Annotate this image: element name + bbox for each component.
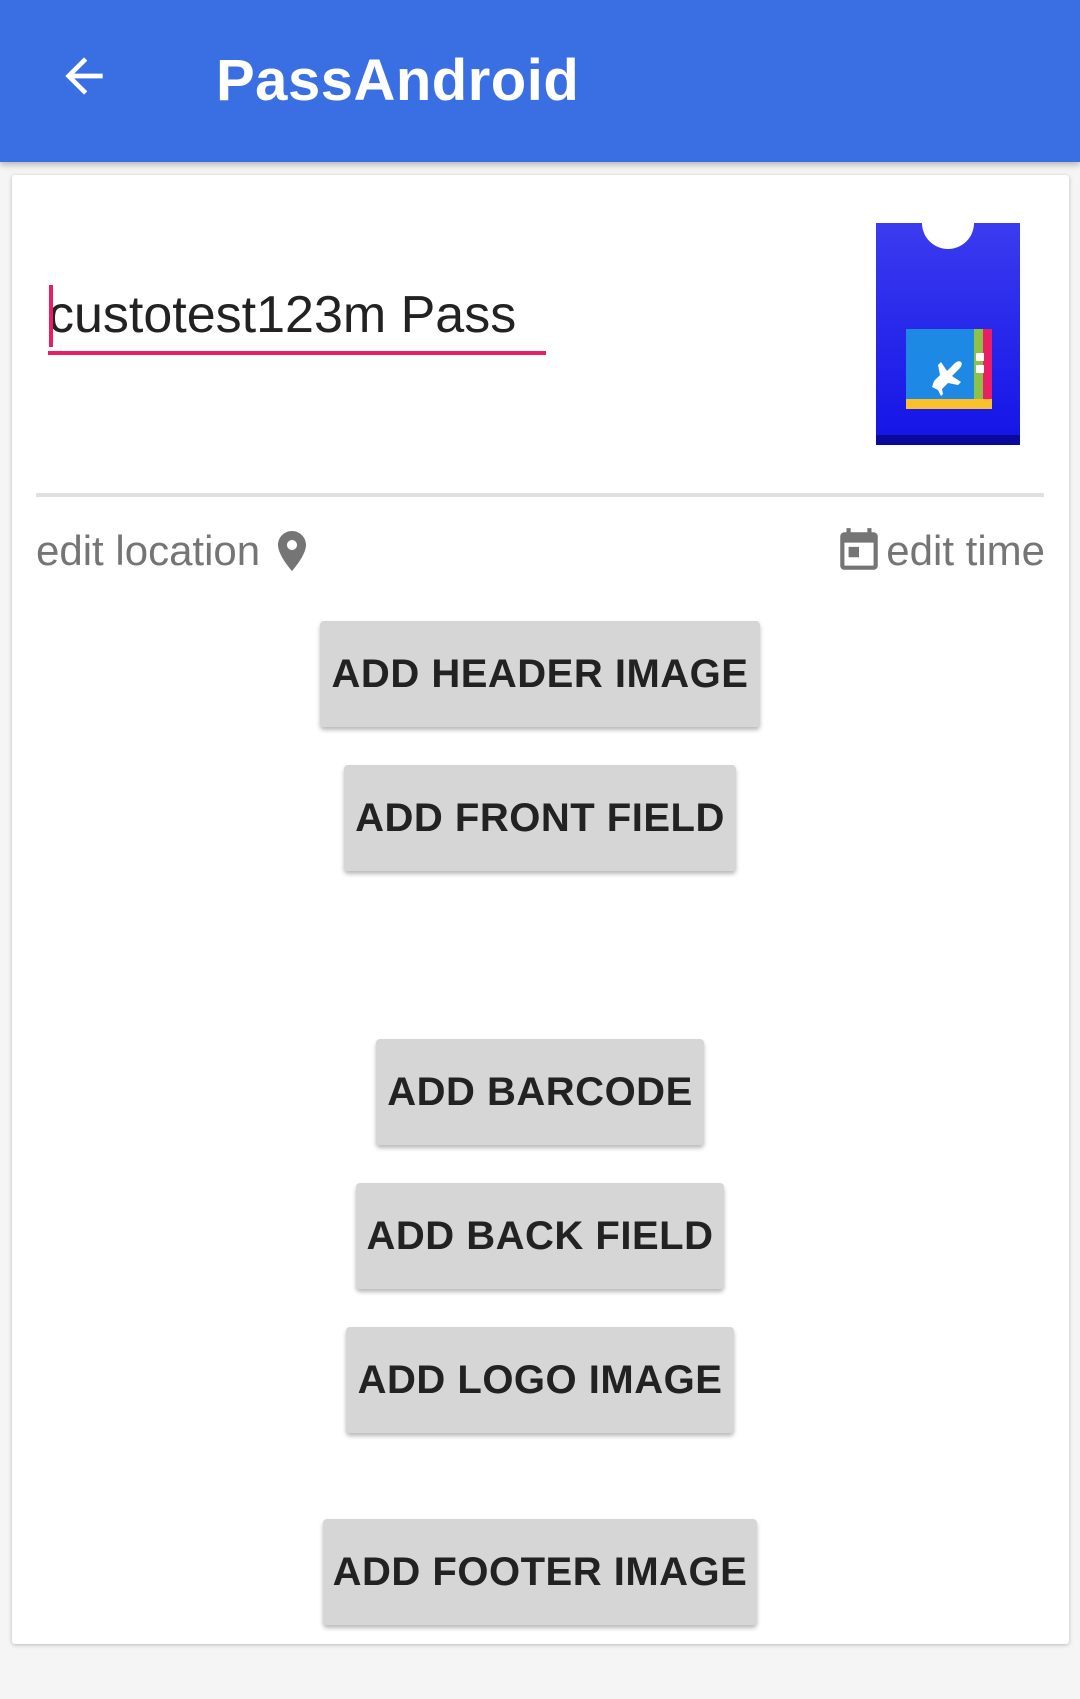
boarding-pass-icon[interactable]	[876, 223, 1020, 445]
add-back-field-button[interactable]: ADD BACK FIELD	[356, 1183, 724, 1289]
add-footer-image-button[interactable]: ADD FOOTER IMAGE	[323, 1519, 757, 1625]
add-front-field-button[interactable]: ADD FRONT FIELD	[344, 765, 736, 871]
edit-location-label: edit location	[36, 527, 261, 574]
map-pin-icon	[278, 531, 307, 571]
edit-time-label: edit time	[886, 527, 1045, 574]
app-bar: PassAndroid	[0, 0, 1080, 162]
pass-editor-card: edit location edit time ADD HEADER IMAGE…	[12, 175, 1069, 1644]
calendar-icon	[840, 528, 879, 570]
edit-time-button[interactable]: edit time	[834, 523, 1045, 579]
add-logo-image-button[interactable]: ADD LOGO IMAGE	[346, 1327, 734, 1433]
edit-location-button[interactable]: edit location	[36, 523, 316, 579]
arrow-back-icon	[65, 57, 103, 95]
divider	[36, 493, 1044, 497]
back-button[interactable]	[48, 40, 120, 112]
add-barcode-button[interactable]: ADD BARCODE	[376, 1039, 704, 1145]
pass-name-input[interactable]	[48, 279, 546, 355]
text-cursor	[49, 285, 53, 347]
add-header-image-button[interactable]: ADD HEADER IMAGE	[320, 621, 760, 727]
app-title: PassAndroid	[216, 48, 580, 113]
